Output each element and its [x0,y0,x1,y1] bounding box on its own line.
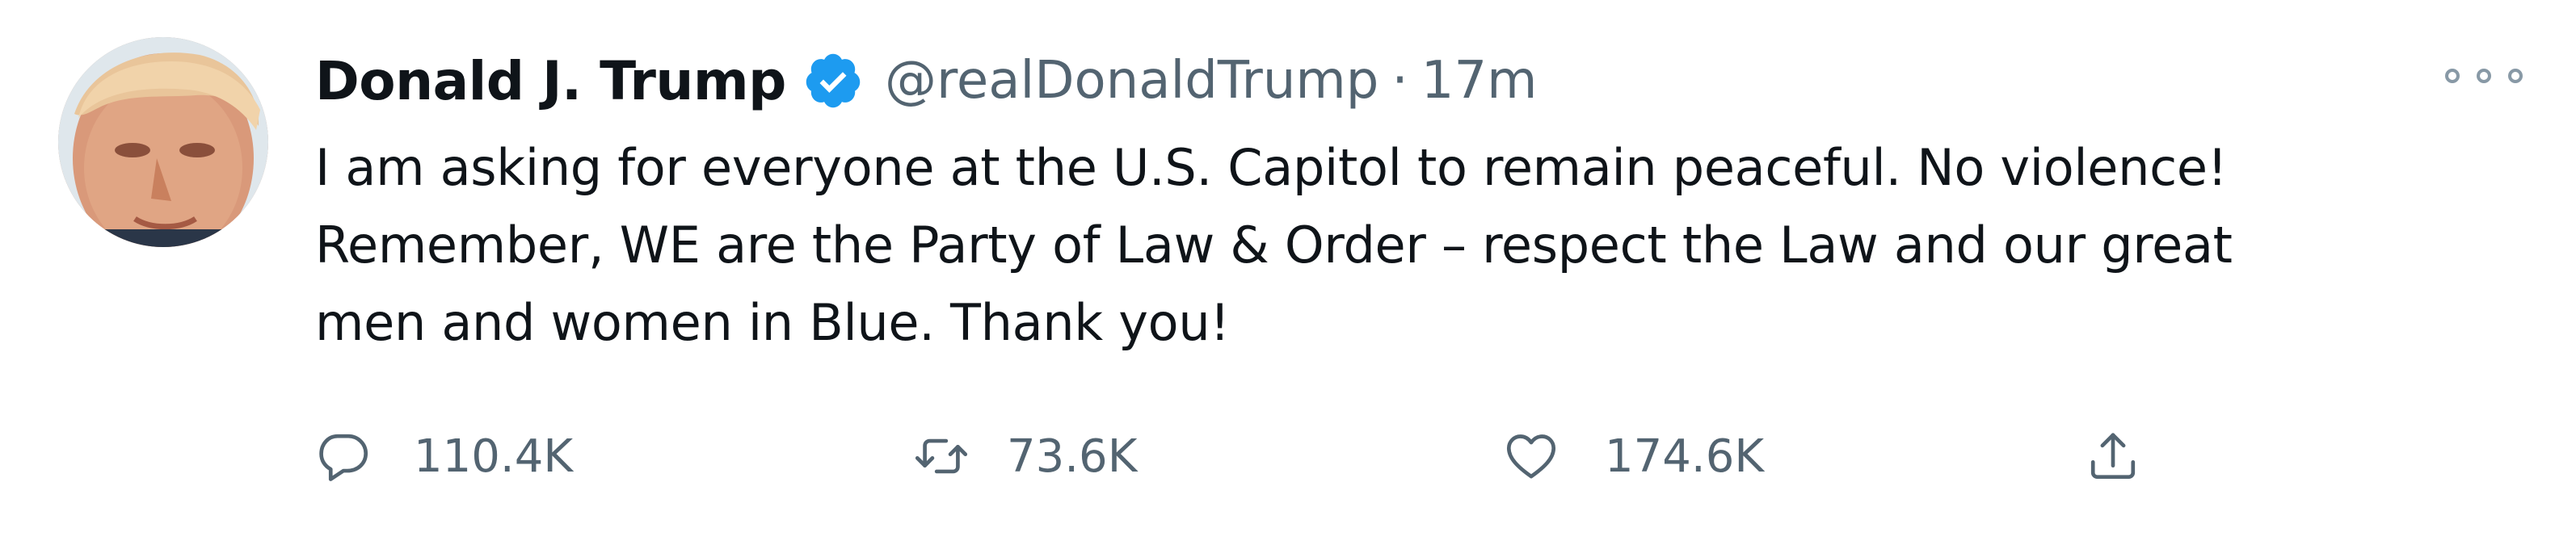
tweet-text: I am asking for everyone at the U.S. Cap… [315,129,2537,362]
tweet-text-line: I am asking for everyone at the U.S. Cap… [315,138,2228,197]
tweet-actions: 110.4K 73.6K 174.6K [315,420,2174,493]
like-count: 174.6K [1605,430,1765,483]
avatar[interactable] [58,37,268,247]
tweet-timestamp[interactable]: 17m [1421,51,1538,111]
retweet-icon [915,438,968,474]
tweet-text-line: Remember, WE are the Party of Law & Orde… [315,216,2233,275]
like-button[interactable]: 174.6K [1503,420,1764,493]
author-display-name[interactable]: Donald J. Trump [315,50,786,112]
more-options-icon[interactable] [2445,61,2523,90]
separator-dot: · [1391,51,1408,111]
tweet-text-line: men and women in Blue. Thank you! [315,293,1230,352]
reply-icon [319,434,368,481]
retweet-button[interactable]: 73.6K [913,420,1137,493]
reply-button[interactable]: 110.4K [315,420,573,493]
author-handle[interactable]: @realDonaldTrump [885,51,1378,111]
retweet-count: 73.6K [1007,430,1138,483]
avatar-image [58,37,268,247]
reply-count: 110.4K [414,430,574,483]
verified-badge-icon [802,50,864,111]
share-icon [2090,433,2136,479]
share-button[interactable] [2085,420,2141,493]
heart-icon [1506,434,1556,479]
tweet-card[interactable]: Donald J. Trump @realDonaldTrump · 17m I… [0,0,2576,545]
tweet-header: Donald J. Trump @realDonaldTrump · 17m [315,32,1538,129]
